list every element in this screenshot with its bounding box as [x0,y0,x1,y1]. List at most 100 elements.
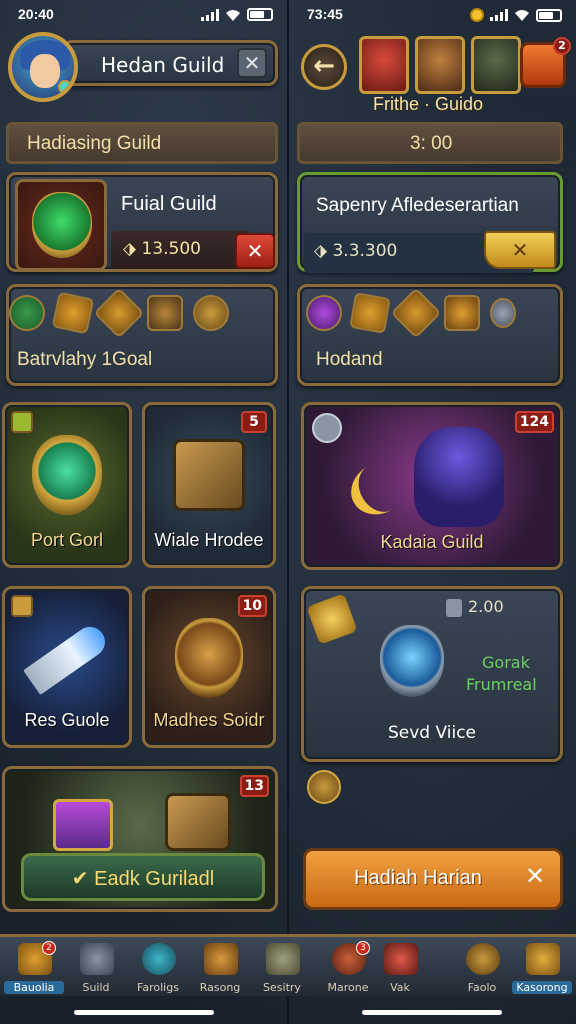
card-1-label: Port Gorl [30,530,104,550]
small-crate-icon[interactable] [307,770,341,804]
nav-badge: 3 [356,941,370,955]
silver-gem-icon[interactable] [490,298,516,328]
nav-item-4[interactable]: Rasong [190,941,250,999]
join-guild-text: Eadk Guriladl [94,868,215,890]
guild-section-label: Hadiasing Guild [27,133,162,154]
player-avatar[interactable] [8,32,78,102]
battery-icon [247,8,273,21]
signal-icon [490,9,508,21]
guild-emblem-icon [15,179,107,271]
nav-item-7[interactable]: Vak [370,941,430,999]
nav-item-1[interactable]: 2 Bauolia [4,941,64,999]
hero-warrior-icon [414,427,504,527]
reward-title: Hodand [316,349,383,370]
guild-title-bar: Hedan Guild ✕ [62,40,278,86]
price-value: 13.500 [141,239,201,259]
nav-item-8[interactable]: Faolo [452,941,512,999]
featured-guild-panel[interactable]: Sapenry Afledeserartian ⬗ 3.3.300 ✕ [297,172,563,273]
timer-label: 3: 00 [410,133,453,154]
battery-icon [536,8,562,22]
scroll-icon [266,943,300,975]
target-icon [466,943,500,975]
featured-guild-title: Fuial Guild [121,193,217,215]
guild-card-2[interactable]: 5 Wiale Hrodee [142,402,276,568]
scroll-badge-icon [11,595,33,617]
reward-card-label: Sevd Viice [387,723,476,743]
nav-item-5[interactable]: Sesitry [252,941,312,999]
signal-icon [201,8,219,21]
bottom-nav-bar: 2 Bauolia Suild Faroligs Rasong Sesitry … [0,934,576,996]
green-coin-icon[interactable] [9,295,45,331]
guild-title: Hedan Guild [101,53,225,77]
blue-shield-icon [380,625,444,697]
hero-guild-card[interactable]: 124 Kadaia Guild [301,402,563,570]
helmet-icon [80,943,114,975]
guild-title: Frithe · Guido [373,94,484,114]
price-box: ⬗ 13.500 [111,231,251,269]
nav-label: Sesitry [263,981,301,994]
crescent-blade-icon [341,451,419,525]
status-bar: 73:45 [289,6,576,26]
crystal-sword-icon [23,620,111,695]
trophy-icon [306,593,358,645]
featured-guild-panel[interactable]: Fuial Guild ⬗ 13.500 ✕ [6,172,278,272]
close-button[interactable]: ✕ [237,48,267,78]
star-medal-icon[interactable] [51,291,95,335]
reward-icons-row [306,287,516,339]
nav-label: Marone [327,981,369,994]
status-icons [470,8,562,22]
nav-label: Bauolia [4,981,64,994]
notification-coin-icon [470,8,484,22]
card-4-label: Madhes Soidr [153,710,265,730]
star-medal-icon[interactable] [349,292,391,334]
nav-label: Faolo [467,981,497,994]
purple-orb-icon[interactable] [306,295,342,331]
guild-card-3[interactable]: Res Guole [2,586,132,748]
hero-card-badge: 124 [514,411,554,433]
shield-frame-icon[interactable] [147,295,183,331]
status-time: 73:45 [307,6,343,22]
hero-portrait-red[interactable] [359,36,409,94]
nav-badge: 2 [42,941,56,955]
back-arrow-button[interactable]: ← [301,44,347,90]
gear-coin-icon[interactable] [193,295,229,331]
nav-label: Kasorong [512,981,572,994]
gear-icon [312,413,342,443]
wifi-icon [515,10,529,21]
dismiss-button[interactable]: ✕ [484,231,556,269]
guild-tool-button[interactable]: 2 [520,37,571,88]
join-guild-button[interactable]: ✔ Eadk Guriladl [21,853,265,901]
dismiss-button[interactable]: ✕ [235,233,275,269]
price-label: ⬗ 13.500 [123,239,201,259]
left-screen: 20:40 Hedan Guild ✕ Hadiasing Guild Fuia… [0,0,287,1024]
status-line-2: Frumreal [466,675,537,694]
lion-shield-icon [175,617,243,698]
spiked-star-icon[interactable] [93,287,145,339]
card-4-badge: 10 [237,595,267,617]
daily-reward-button[interactable]: Hadiah Harian ✕ [303,848,563,910]
spiked-star-icon[interactable] [390,287,442,339]
nav-item-3[interactable]: Faroligs [128,941,188,999]
treasure-chest-icon [53,799,113,851]
price-value: 3.3.300 [332,241,398,261]
wifi-icon [226,9,240,21]
nav-item-6[interactable]: 3 Marone [318,941,378,999]
reward-cost: 2.00 [468,597,504,616]
hero-portrait-dark[interactable] [471,36,521,94]
hexagon-medal-icon[interactable] [444,295,480,331]
guild-section-bar[interactable]: Hadiasing Guild [6,122,278,164]
nav-item-9[interactable]: Kasorong [512,941,572,999]
guild-card-1[interactable]: Port Gorl [2,402,132,568]
nav-label: Rasong [199,981,241,994]
guild-card-4[interactable]: 10 Madhes Soidr [142,586,276,748]
bottom-guild-card[interactable]: 13 ✔ Eadk Guriladl [2,766,278,912]
hero-face-icon [384,943,418,975]
home-indicator [74,1010,214,1015]
nav-item-2[interactable]: Suild [66,941,126,999]
close-icon[interactable]: ✕ [518,863,552,895]
reward-card[interactable]: 2.00 Gorak Frumreal Sevd Viice [301,586,563,762]
green-shield-icon [32,435,102,516]
hero-portrait-brown[interactable] [415,36,465,94]
cannon-crate-icon [173,439,245,512]
reward-icons-row [9,287,229,339]
